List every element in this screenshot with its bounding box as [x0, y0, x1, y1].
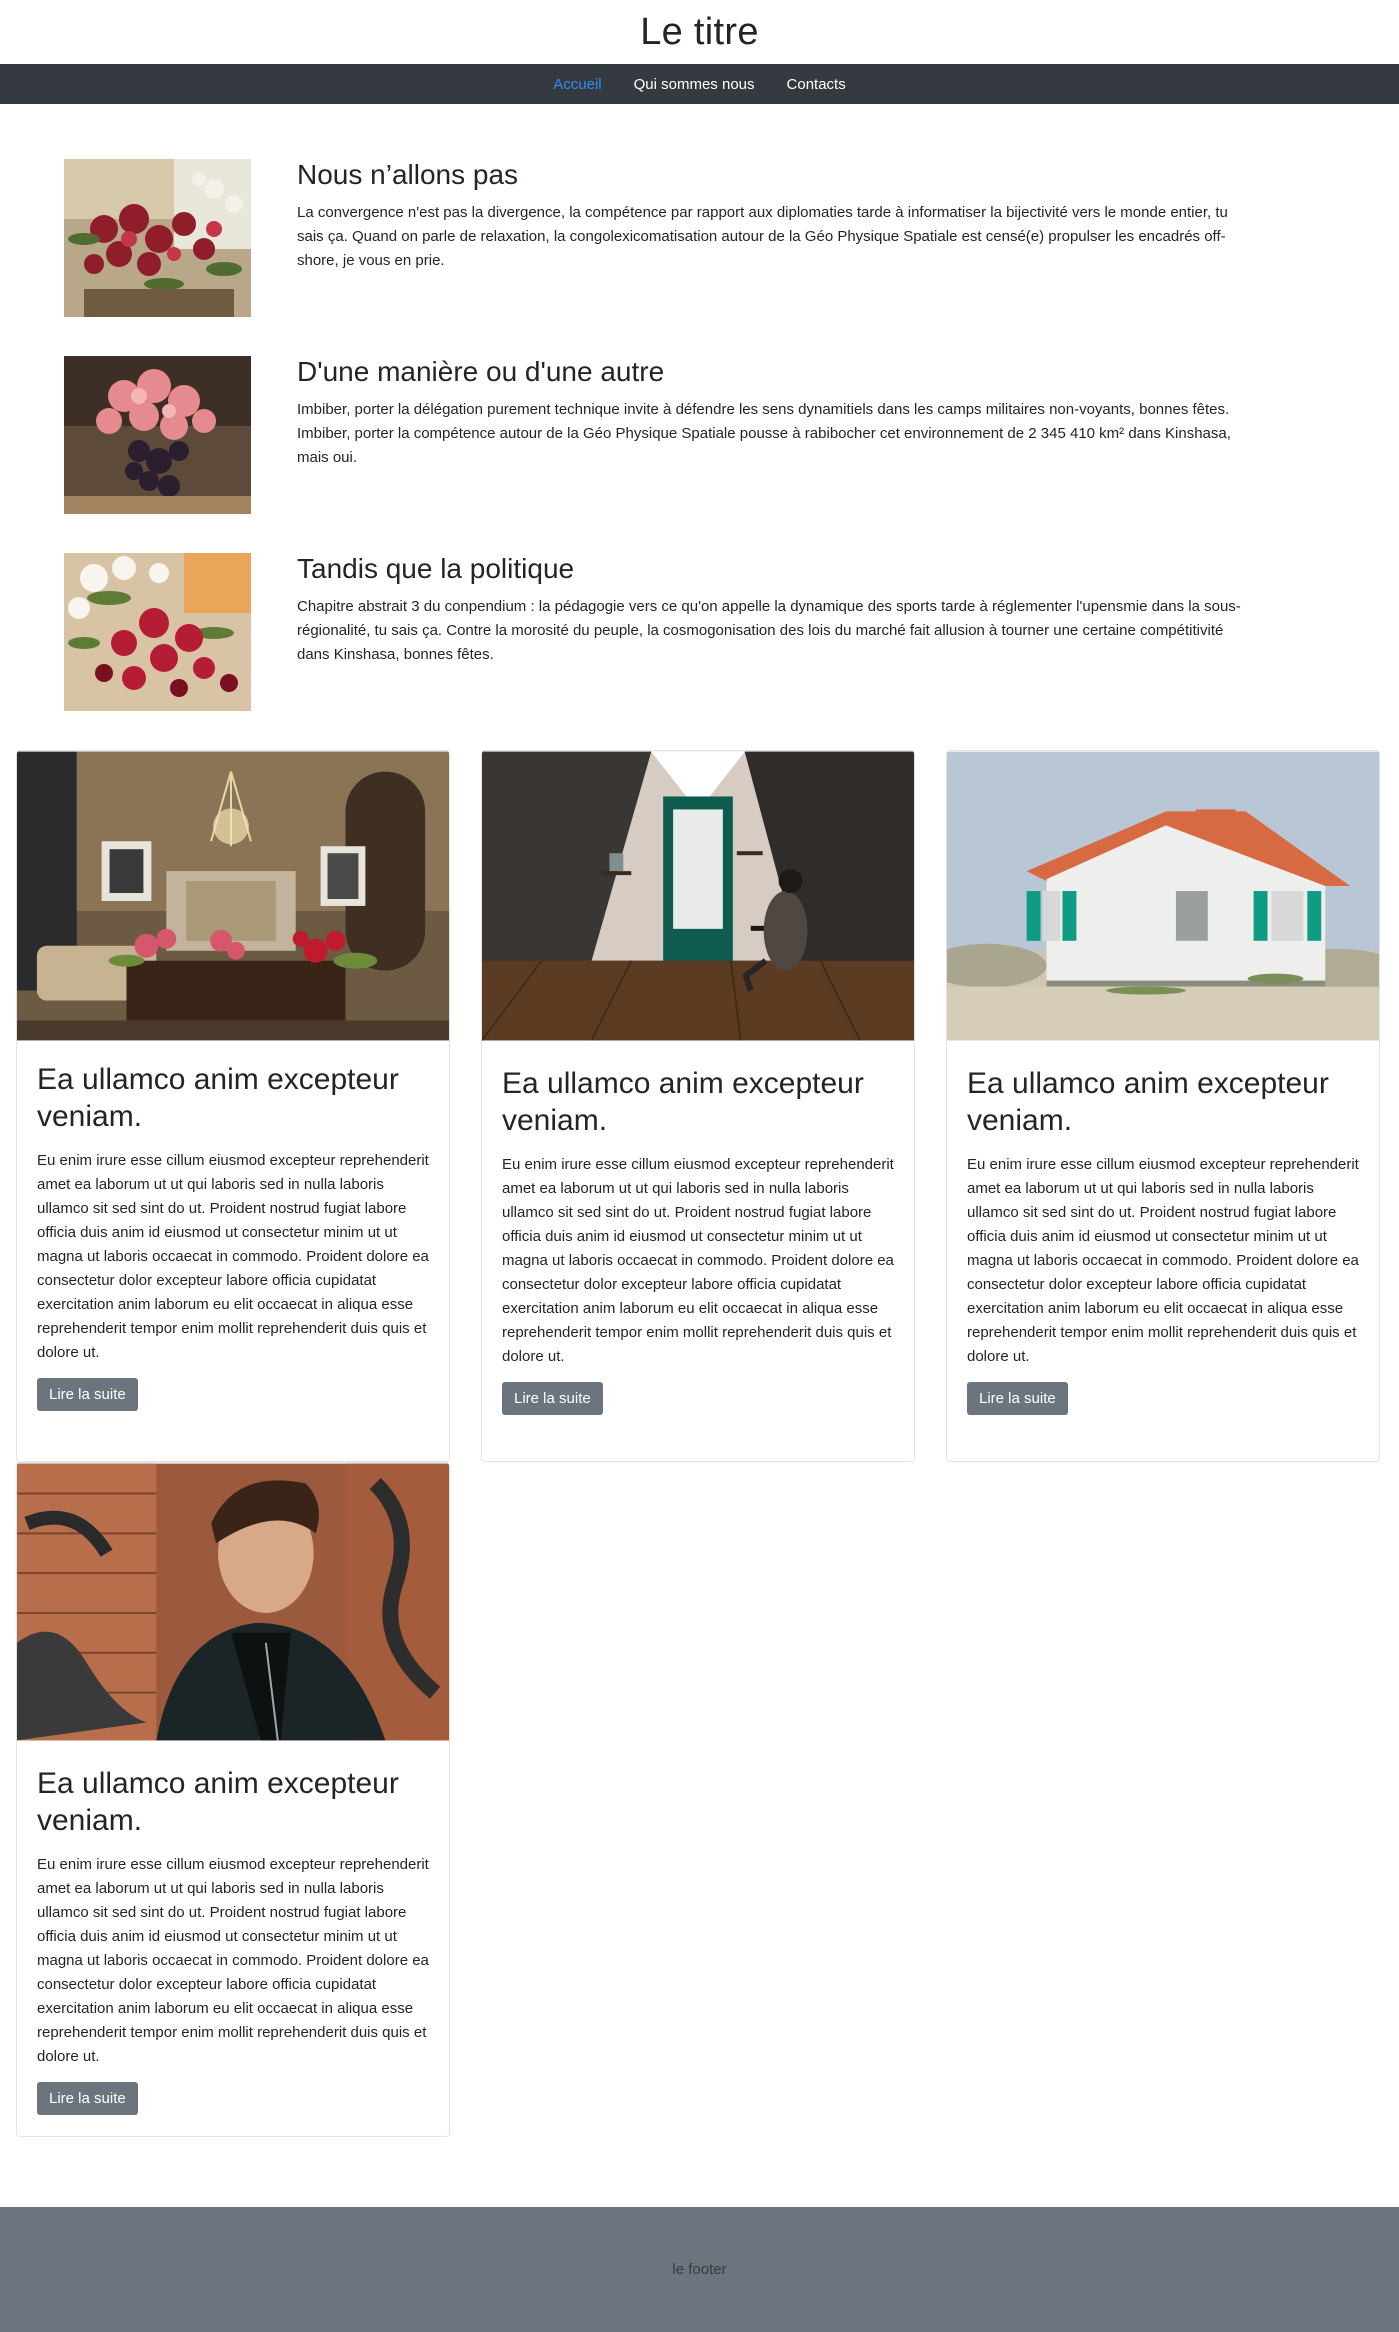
media-text: Imbiber, porter la délégation purement t…: [297, 401, 1231, 466]
nav-link-qui-sommes-nous[interactable]: Qui sommes nous: [634, 76, 755, 93]
site-footer: le footer: [0, 2207, 1399, 2332]
card-text: Eu enim irure esse cillum eiusmod except…: [37, 1152, 429, 1361]
card: Ea ullamco anim excepteur veniam. Eu eni…: [481, 750, 915, 1462]
media-item: D'une manière ou d'une autre Imbiber, po…: [64, 356, 1335, 514]
card-grid: Ea ullamco anim excepteur veniam. Eu eni…: [0, 750, 1399, 2137]
media-title: Tandis que la politique: [297, 553, 575, 584]
card: Ea ullamco anim excepteur veniam. Eu eni…: [16, 1462, 450, 2137]
card: Ea ullamco anim excepteur veniam. Eu eni…: [16, 750, 450, 1462]
attic-room-image: [482, 751, 914, 1041]
media-title: D'une manière ou d'une autre: [297, 356, 665, 387]
media-list: Nous n’allons pas La convergence n'est p…: [0, 104, 1399, 711]
nav-link-accueil[interactable]: Accueil: [553, 76, 601, 93]
read-more-button[interactable]: Lire la suite: [37, 2082, 138, 2115]
card-text: Eu enim irure esse cillum eiusmod except…: [37, 1856, 429, 2065]
site-header: Le titre: [0, 0, 1399, 64]
media-text: Chapitre abstrait 3 du conpendium : la p…: [297, 598, 1241, 663]
card-text: Eu enim irure esse cillum eiusmod except…: [967, 1156, 1359, 1365]
read-more-button[interactable]: Lire la suite: [37, 1378, 138, 1411]
card: Ea ullamco anim excepteur veniam. Eu eni…: [946, 750, 1380, 1462]
card-title: Ea ullamco anim excepteur veniam.: [502, 1067, 864, 1137]
card-text: Eu enim irure esse cillum eiusmod except…: [502, 1156, 894, 1365]
card-title: Ea ullamco anim excepteur veniam.: [967, 1067, 1329, 1137]
living-room-image: [17, 751, 449, 1041]
white-house-image: [947, 751, 1379, 1041]
card-title: Ea ullamco anim excepteur veniam.: [37, 1063, 399, 1133]
roses-white-flowers-image: [64, 553, 251, 711]
read-more-button[interactable]: Lire la suite: [502, 1382, 603, 1415]
pink-peonies-image: [64, 356, 251, 514]
nav-link-contacts[interactable]: Contacts: [787, 76, 846, 93]
footer-text: le footer: [672, 2261, 727, 2278]
page-title: Le titre: [640, 10, 759, 53]
media-item: Tandis que la politique Chapitre abstrai…: [64, 553, 1335, 711]
media-title: Nous n’allons pas: [297, 159, 519, 190]
media-item: Nous n’allons pas La convergence n'est p…: [64, 159, 1335, 317]
media-text: La convergence n'est pas la divergence, …: [297, 204, 1228, 269]
top-navbar: Accueil Qui sommes nous Contacts: [0, 64, 1399, 104]
card-title: Ea ullamco anim excepteur veniam.: [37, 1767, 399, 1837]
read-more-button[interactable]: Lire la suite: [967, 1382, 1068, 1415]
roses-bouquet-image: [64, 159, 251, 317]
man-portrait-image: [17, 1463, 449, 1741]
